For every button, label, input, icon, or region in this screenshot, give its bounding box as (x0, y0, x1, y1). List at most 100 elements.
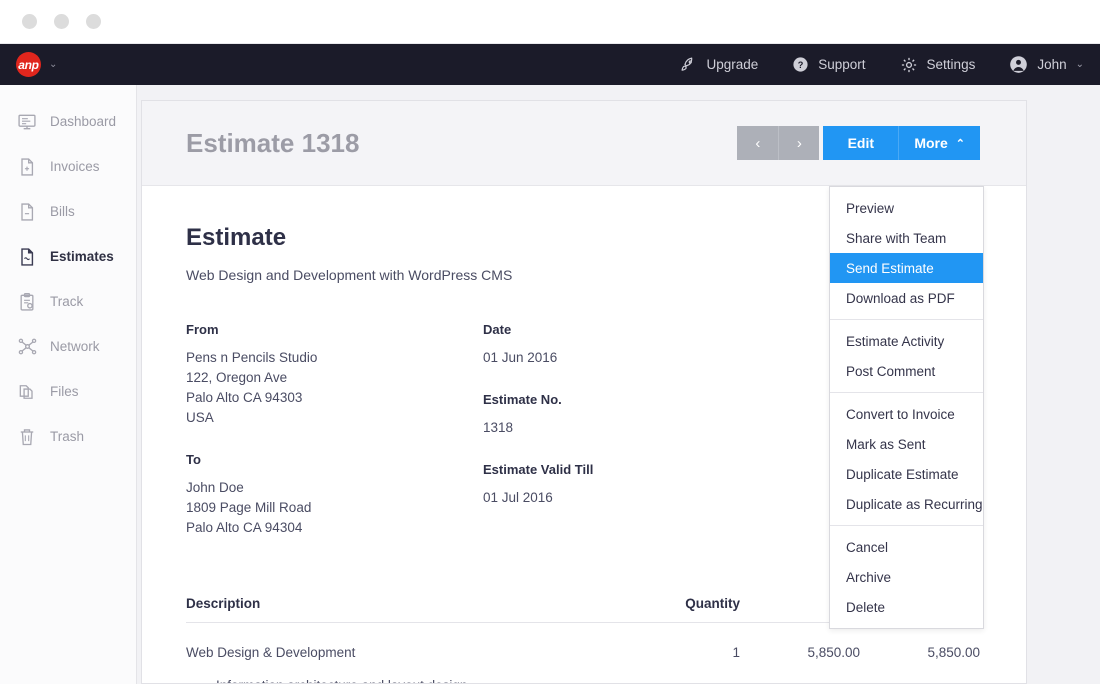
rocket-icon (680, 56, 697, 73)
sidebar-item-bills[interactable]: Bills (0, 189, 136, 234)
column-header-quantity: Quantity (685, 596, 740, 611)
document-wave-icon (16, 246, 38, 268)
brand-logo[interactable]: anp ⌄ (0, 52, 57, 77)
sidebar-item-track[interactable]: Track (0, 279, 136, 324)
menu-item-cancel[interactable]: Cancel (830, 532, 983, 562)
menu-item-share-with-team[interactable]: Share with Team (830, 223, 983, 253)
more-dropdown-menu: Preview Share with Team Send Estimate Do… (829, 186, 984, 629)
to-line: 1809 Page Mill Road (186, 500, 312, 515)
valid-till-value: 01 Jul 2016 (483, 490, 553, 505)
card-header: Estimate 1318 ‹ › Edit More ⌃ (142, 101, 1026, 186)
to-line: Palo Alto CA 94304 (186, 520, 303, 535)
meta-parties-column: From Pens n Pencils Studio 122, Oregon A… (186, 322, 483, 562)
date-block: Date 01 Jun 2016 (483, 322, 593, 368)
gear-icon (900, 56, 918, 74)
menu-divider (830, 392, 983, 393)
menu-item-archive[interactable]: Archive (830, 562, 983, 592)
list-item-text: Information architecture and layout desi… (216, 678, 467, 683)
estimate-no-label: Estimate No. (483, 392, 562, 407)
menu-item-duplicate-estimate[interactable]: Duplicate Estimate (830, 459, 983, 489)
from-block: From Pens n Pencils Studio 122, Oregon A… (186, 322, 483, 428)
chevron-down-icon: ⌄ (49, 58, 58, 70)
main-content-area: Estimate 1318 ‹ › Edit More ⌃ Estimate W… (137, 85, 1100, 684)
menu-item-mark-as-sent[interactable]: Mark as Sent (830, 429, 983, 459)
chevron-down-icon: ⌄ (1075, 59, 1084, 70)
column-header-description: Description (186, 596, 261, 611)
prev-estimate-button[interactable]: ‹ (737, 126, 779, 160)
to-label: To (186, 452, 201, 467)
sidebar-item-trash[interactable]: Trash (0, 414, 136, 459)
sidebar-label-files: Files (50, 384, 79, 399)
question-circle-icon: ? (792, 56, 809, 73)
from-line: Palo Alto CA 94303 (186, 390, 303, 405)
from-line: USA (186, 410, 214, 425)
document-minus-icon (16, 201, 38, 223)
header-actions: ‹ › Edit More ⌃ (737, 126, 980, 160)
list-item: Information architecture and layout desi… (186, 678, 980, 683)
minimize-dot[interactable] (54, 14, 69, 29)
menu-item-download-as-pdf[interactable]: Download as PDF (830, 283, 983, 313)
anp-logo-icon: anp (16, 52, 41, 77)
estimate-no-value: 1318 (483, 420, 514, 435)
menu-item-send-estimate[interactable]: Send Estimate (830, 253, 983, 283)
sidebar-label-estimates: Estimates (50, 249, 114, 264)
sidebar-label-invoices: Invoices (50, 159, 100, 174)
more-button-label: More (914, 135, 948, 151)
sidebar-item-estimates[interactable]: Estimates (0, 234, 136, 279)
nav-item-support[interactable]: ? Support (792, 56, 866, 73)
top-navigation-bar: anp ⌄ Upgrade ? Support Settings John ⌄ (0, 44, 1100, 85)
more-button[interactable]: More ⌃ (898, 126, 980, 160)
nav-label-support: Support (818, 57, 866, 72)
sidebar-label-trash: Trash (50, 429, 85, 444)
meta-dates-column: Date 01 Jun 2016 Estimate No. 1318 Estim… (483, 322, 593, 562)
row-quantity: 1 (732, 645, 740, 660)
to-line: John Doe (186, 480, 244, 495)
sidebar-item-files[interactable]: Files (0, 369, 136, 414)
nav-item-user[interactable]: John ⌄ (1009, 55, 1084, 74)
sidebar-item-dashboard[interactable]: Dashboard (0, 99, 136, 144)
nav-item-upgrade[interactable]: Upgrade (680, 56, 758, 73)
from-label: From (186, 322, 219, 337)
document-plus-icon (16, 156, 38, 178)
close-dot[interactable] (22, 14, 37, 29)
sidebar: Dashboard Invoices Bills Estimates Track… (0, 85, 137, 684)
nav-label-user: John (1037, 57, 1067, 72)
menu-item-convert-to-invoice[interactable]: Convert to Invoice (830, 399, 983, 429)
chevron-up-icon: ⌃ (955, 137, 965, 150)
page-title: Estimate 1318 (186, 127, 360, 158)
menu-divider (830, 525, 983, 526)
valid-till-label: Estimate Valid Till (483, 462, 594, 477)
menu-item-post-comment[interactable]: Post Comment (830, 356, 983, 386)
row-description: Web Design & Development (186, 645, 356, 660)
network-nodes-icon (16, 336, 38, 358)
menu-item-estimate-activity[interactable]: Estimate Activity (830, 326, 983, 356)
sidebar-item-network[interactable]: Network (0, 324, 136, 369)
edit-button[interactable]: Edit (823, 126, 899, 160)
svg-text:?: ? (798, 60, 804, 70)
sidebar-item-invoices[interactable]: Invoices (0, 144, 136, 189)
sidebar-label-dashboard: Dashboard (50, 114, 117, 129)
clipboard-icon (16, 291, 38, 313)
sidebar-label-track: Track (50, 294, 84, 309)
valid-till-block: Estimate Valid Till 01 Jul 2016 (483, 462, 593, 508)
menu-item-delete[interactable]: Delete (830, 592, 983, 622)
to-block: To John Doe 1809 Page Mill Road Palo Alt… (186, 452, 483, 538)
sidebar-label-network: Network (50, 339, 100, 354)
menu-item-preview[interactable]: Preview (830, 193, 983, 223)
from-line: Pens n Pencils Studio (186, 350, 318, 365)
estimate-no-block: Estimate No. 1318 (483, 392, 593, 438)
monitor-icon (16, 111, 38, 133)
next-estimate-button[interactable]: › (778, 126, 820, 160)
user-avatar-icon (1009, 55, 1028, 74)
files-stack-icon (16, 381, 38, 403)
row-rate: 5,850.00 (807, 645, 860, 660)
window-titlebar (0, 0, 1100, 44)
line-item-details: Information architecture and layout desi… (186, 678, 980, 683)
from-line: 122, Oregon Ave (186, 370, 288, 385)
maximize-dot[interactable] (86, 14, 101, 29)
menu-item-duplicate-as-recurring[interactable]: Duplicate as Recurring (830, 489, 983, 519)
menu-divider (830, 319, 983, 320)
top-nav-actions: Upgrade ? Support Settings John ⌄ (646, 55, 1100, 74)
trash-icon (16, 426, 38, 448)
nav-item-settings[interactable]: Settings (900, 56, 975, 74)
